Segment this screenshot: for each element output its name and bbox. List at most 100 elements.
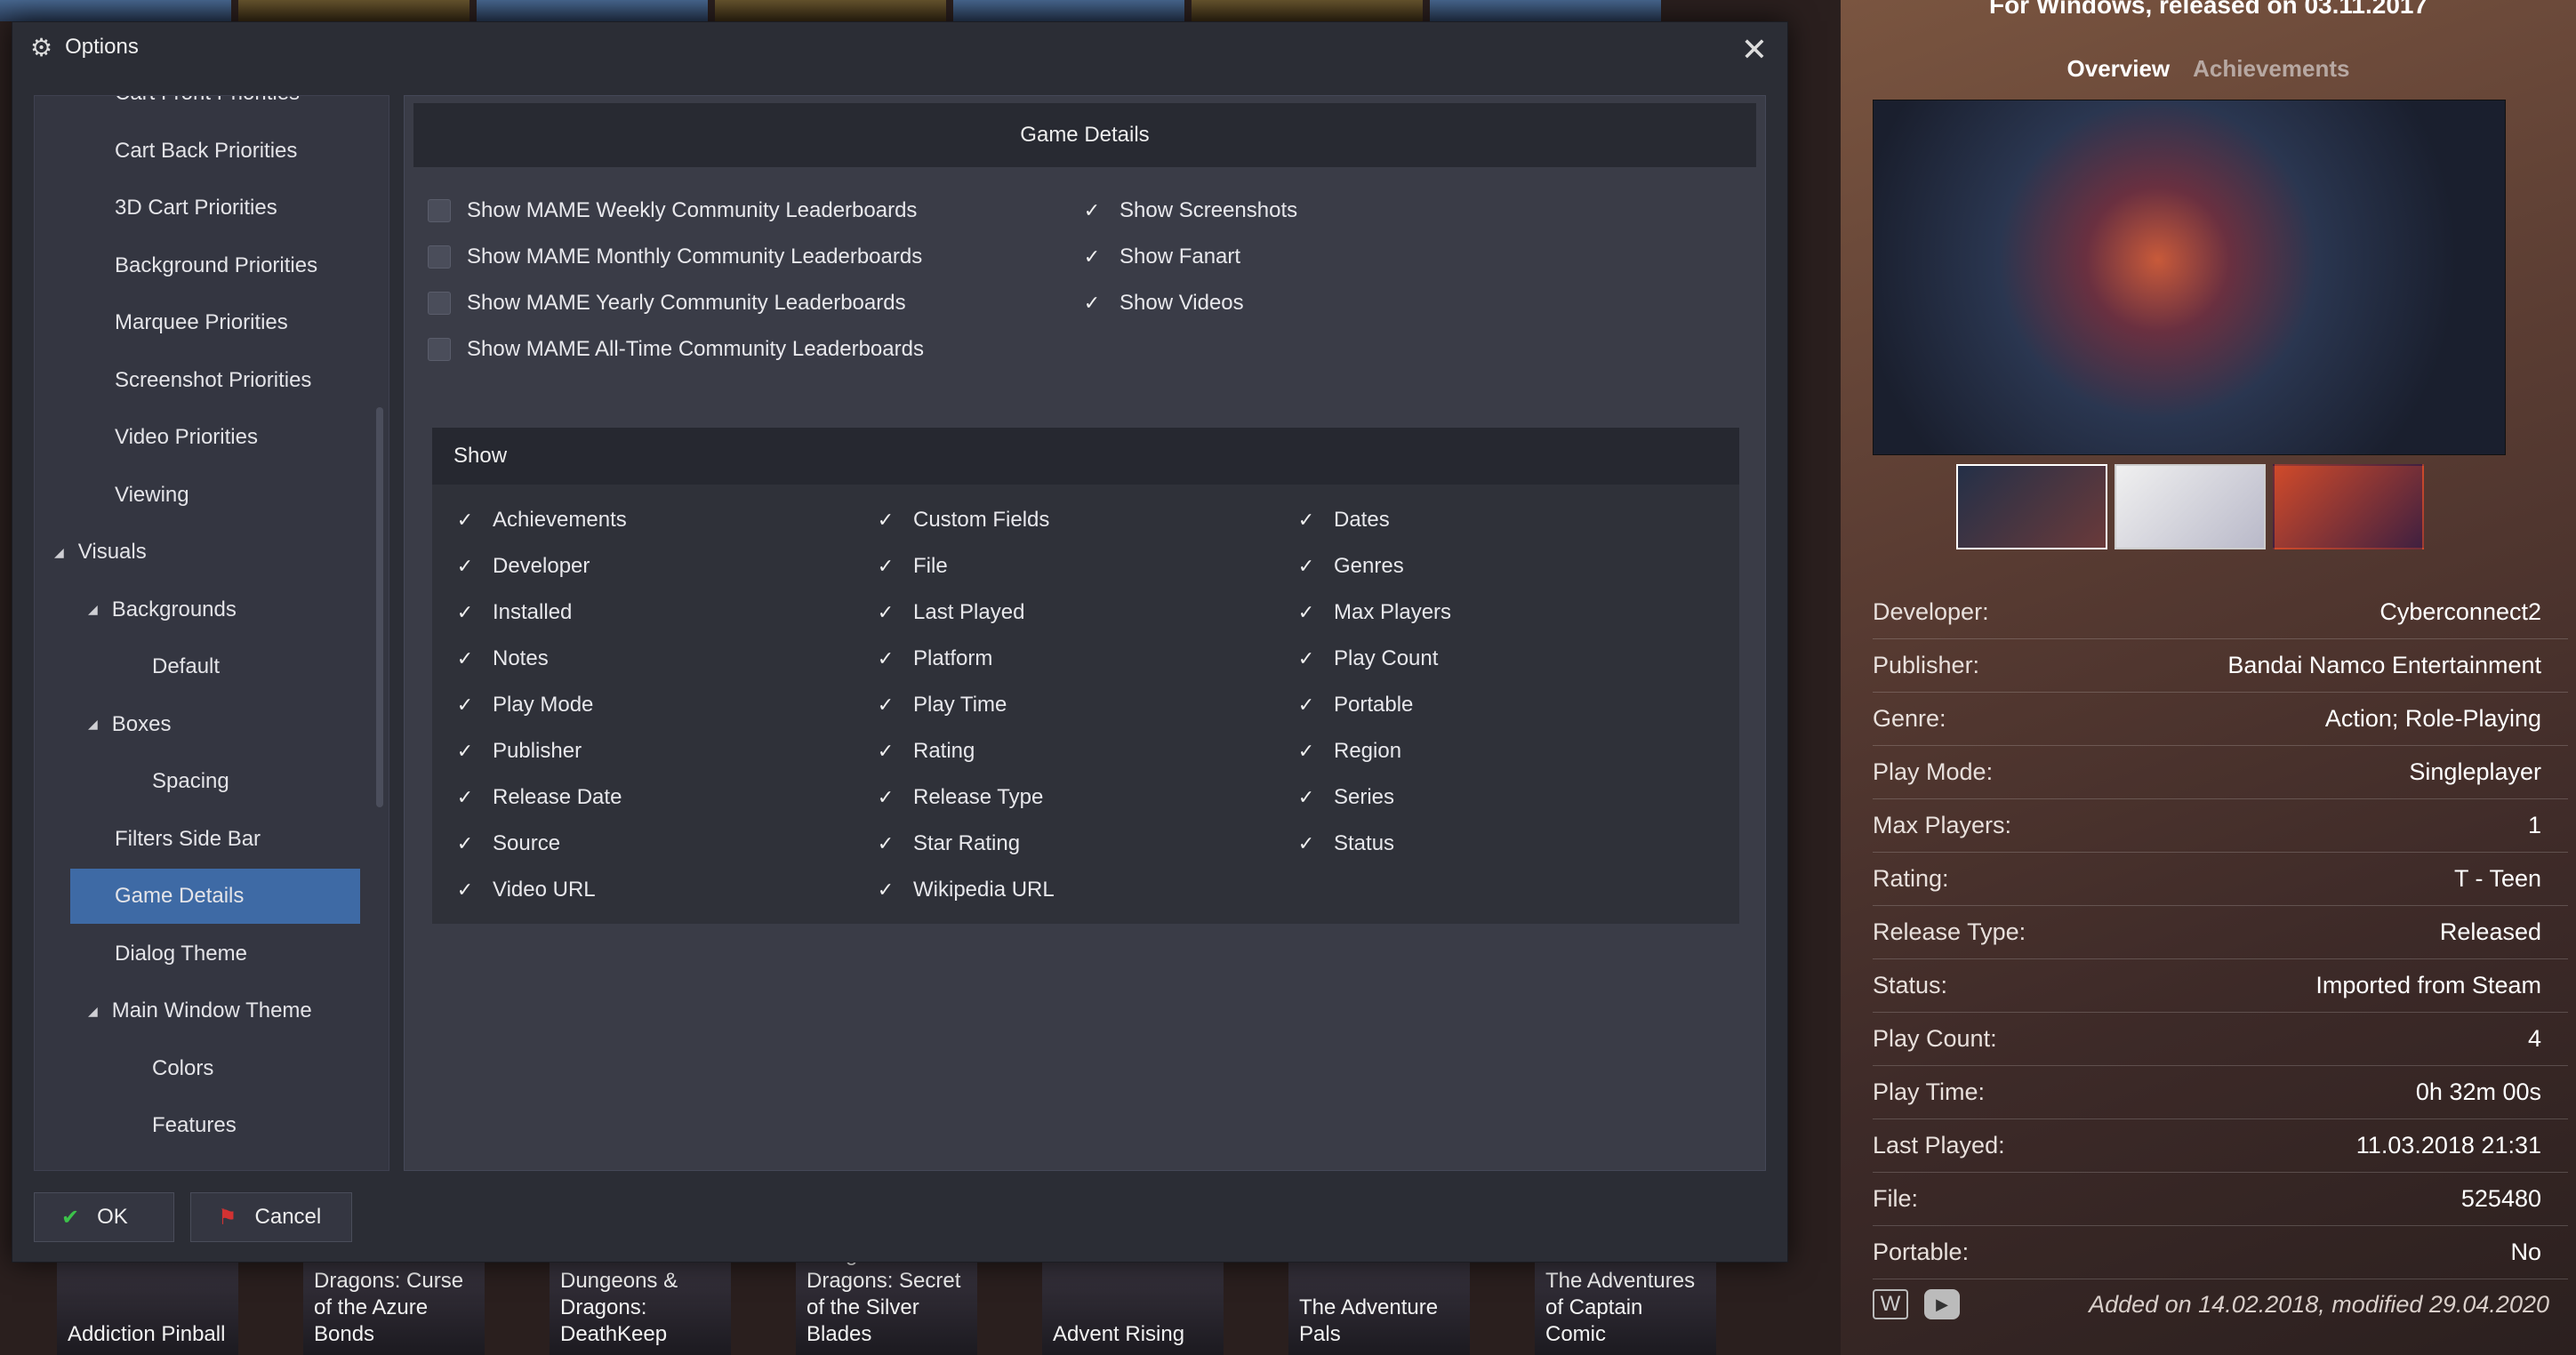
checkbox-box[interactable] <box>428 292 451 315</box>
checkbox-platform[interactable]: ✓ Platform <box>874 646 993 671</box>
checkbox-rating[interactable]: ✓ Rating <box>874 739 975 764</box>
nav-item[interactable]: Filters Side Bar <box>35 812 261 867</box>
checkbox-play-time[interactable]: ✓ Play Time <box>874 693 1007 718</box>
checkmark-icon[interactable]: ✓ <box>874 832 897 855</box>
checkbox-dates[interactable]: ✓ Dates <box>1295 508 1390 533</box>
thumbnail[interactable] <box>2273 464 2424 549</box>
checkbox-last-played[interactable]: ✓ Last Played <box>874 600 1025 625</box>
checkmark-icon[interactable]: ✓ <box>1080 199 1103 222</box>
checkbox-portable[interactable]: ✓ Portable <box>1295 693 1414 718</box>
checkmark-icon[interactable]: ✓ <box>453 878 477 902</box>
game-tile[interactable] <box>477 0 708 21</box>
checkbox-box[interactable] <box>428 245 451 269</box>
checkmark-icon[interactable]: ✓ <box>1295 832 1318 855</box>
game-card[interactable]: The Adventure Pals <box>1288 1254 1470 1355</box>
game-tile[interactable] <box>1192 0 1423 21</box>
nav-item[interactable]: ◢ Visuals <box>35 525 147 580</box>
game-tile[interactable] <box>0 0 231 21</box>
wikipedia-icon[interactable]: W <box>1873 1289 1908 1319</box>
game-card[interactable]: Dragons: Curse of the Azure Bonds <box>303 1254 485 1355</box>
checkbox-publisher[interactable]: ✓ Publisher <box>453 739 582 764</box>
checkbox-file[interactable]: ✓ File <box>874 554 948 579</box>
checkmark-icon[interactable]: ✓ <box>1295 740 1318 763</box>
game-tile[interactable] <box>1430 0 1661 21</box>
checkbox-notes[interactable]: ✓ Notes <box>453 646 549 671</box>
checkmark-icon[interactable]: ✓ <box>874 740 897 763</box>
checkmark-icon[interactable]: ✓ <box>874 878 897 902</box>
nav-item[interactable]: Viewing <box>35 468 189 523</box>
checkmark-icon[interactable]: ✓ <box>453 740 477 763</box>
nav-item[interactable]: Cart Back Priorities <box>35 124 297 179</box>
checkbox-release-date[interactable]: ✓ Release Date <box>453 785 622 810</box>
game-card[interactable]: The Adventures of Captain Comic <box>1535 1254 1716 1355</box>
expand-arrow-icon[interactable]: ◢ <box>54 545 64 560</box>
checkbox-source[interactable]: ✓ Source <box>453 831 560 856</box>
tab-overview[interactable]: Overview <box>2067 55 2171 83</box>
expand-arrow-icon[interactable]: ◢ <box>88 717 98 732</box>
checkbox-show-screenshots[interactable]: ✓ Show Screenshots <box>1080 198 1297 223</box>
checkbox-video-url[interactable]: ✓ Video URL <box>453 878 596 902</box>
nav-item[interactable]: Default <box>35 639 220 694</box>
game-tile[interactable] <box>715 0 946 21</box>
checkmark-icon[interactable]: ✓ <box>453 832 477 855</box>
thumbnail[interactable] <box>1956 464 2107 549</box>
checkmark-icon[interactable]: ✓ <box>1295 647 1318 670</box>
checkbox-show-mame-yearly-community-leaderboards[interactable]: Show MAME Yearly Community Leaderboards <box>428 291 906 316</box>
screenshot-viewer[interactable] <box>1873 100 2506 455</box>
checkmark-icon[interactable]: ✓ <box>1295 601 1318 624</box>
checkbox-play-mode[interactable]: ✓ Play Mode <box>453 693 594 718</box>
checkmark-icon[interactable]: ✓ <box>874 555 897 578</box>
checkmark-icon[interactable]: ✓ <box>874 509 897 532</box>
checkbox-show-fanart[interactable]: ✓ Show Fanart <box>1080 245 1240 269</box>
checkmark-icon[interactable]: ✓ <box>1295 509 1318 532</box>
cancel-button[interactable]: ⚑ Cancel <box>190 1192 352 1242</box>
checkbox-developer[interactable]: ✓ Developer <box>453 554 590 579</box>
nav-item[interactable]: Spacing <box>35 754 229 809</box>
nav-item[interactable]: ◢ Main Window Theme <box>35 983 312 1038</box>
checkbox-wikipedia-url[interactable]: ✓ Wikipedia URL <box>874 878 1055 902</box>
checkmark-icon[interactable]: ✓ <box>453 509 477 532</box>
tab-achievements[interactable]: Achievements <box>2193 55 2349 83</box>
checkbox-custom-fields[interactable]: ✓ Custom Fields <box>874 508 1050 533</box>
checkbox-status[interactable]: ✓ Status <box>1295 831 1394 856</box>
checkmark-icon[interactable]: ✓ <box>874 601 897 624</box>
checkmark-icon[interactable]: ✓ <box>874 694 897 717</box>
checkbox-show-videos[interactable]: ✓ Show Videos <box>1080 291 1244 316</box>
checkbox-show-mame-monthly-community-leaderboards[interactable]: Show MAME Monthly Community Leaderboards <box>428 245 922 269</box>
checkbox-series[interactable]: ✓ Series <box>1295 785 1394 810</box>
checkmark-icon[interactable]: ✓ <box>453 601 477 624</box>
checkmark-icon[interactable]: ✓ <box>1295 555 1318 578</box>
nav-item[interactable]: 3D Cart Priorities <box>35 180 277 236</box>
nav-scrollbar[interactable] <box>376 407 383 807</box>
checkmark-icon[interactable]: ✓ <box>453 555 477 578</box>
nav-item[interactable]: ◢ Backgrounds <box>35 582 237 637</box>
nav-item[interactable]: Game Details <box>70 869 360 924</box>
checkbox-release-type[interactable]: ✓ Release Type <box>874 785 1044 810</box>
checkbox-play-count[interactable]: ✓ Play Count <box>1295 646 1439 671</box>
game-card[interactable]: Advent Rising <box>1042 1254 1224 1355</box>
nav-item[interactable]: Video Priorities <box>35 410 258 465</box>
thumbnail[interactable] <box>2115 464 2266 549</box>
checkmark-icon[interactable]: ✓ <box>453 786 477 809</box>
checkmark-icon[interactable]: ✓ <box>1080 292 1103 315</box>
checkmark-icon[interactable]: ✓ <box>453 647 477 670</box>
nav-item[interactable]: ◢ Boxes <box>35 697 171 752</box>
game-tile[interactable] <box>953 0 1184 21</box>
checkbox-achievements[interactable]: ✓ Achievements <box>453 508 627 533</box>
nav-item[interactable]: Cart Front Priorities <box>35 96 300 121</box>
ok-button[interactable]: ✔ OK <box>34 1192 174 1242</box>
checkbox-genres[interactable]: ✓ Genres <box>1295 554 1404 579</box>
game-card[interactable]: Dungeons & Dragons: DeathKeep <box>550 1254 731 1355</box>
game-tile[interactable] <box>238 0 469 21</box>
checkbox-show-mame-all-time-community-leaderboards[interactable]: Show MAME All-Time Community Leaderboard… <box>428 337 924 362</box>
checkmark-icon[interactable]: ✓ <box>874 647 897 670</box>
close-icon[interactable]: ✕ <box>1741 31 1768 68</box>
checkbox-show-mame-weekly-community-leaderboards[interactable]: Show MAME Weekly Community Leaderboards <box>428 198 917 223</box>
nav-item[interactable]: Screenshot Priorities <box>35 353 311 408</box>
game-card[interactable]: Addiction Pinball <box>57 1254 238 1355</box>
checkbox-installed[interactable]: ✓ Installed <box>453 600 573 625</box>
youtube-icon[interactable]: ▶ <box>1924 1289 1960 1319</box>
expand-arrow-icon[interactable]: ◢ <box>88 1004 98 1019</box>
game-card[interactable]: Dungeons & Dragons: Secret of the Silver… <box>796 1254 977 1355</box>
checkbox-max-players[interactable]: ✓ Max Players <box>1295 600 1451 625</box>
